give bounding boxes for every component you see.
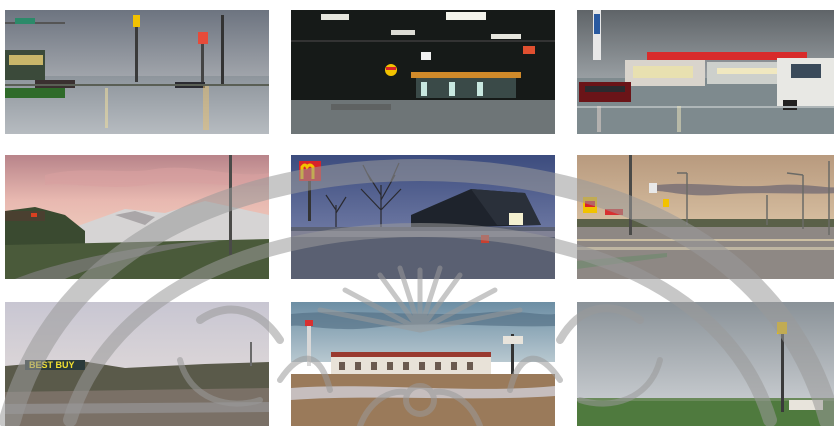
- photo-pink-sky-hills: [5, 155, 269, 279]
- photo-motel-row: [291, 302, 555, 426]
- best-buy-sign: BEST BUY: [29, 360, 75, 370]
- photo-tile-mcdonalds-sign-dusk[interactable]: [291, 155, 555, 279]
- photo-tile-gas-station-rainy-dusk[interactable]: [5, 10, 269, 134]
- photo-tile-gas-station-night[interactable]: [291, 10, 555, 134]
- photo-tile-highway-dusk-streetlights[interactable]: [577, 155, 834, 279]
- photo-tile-green-field-sign-pole[interactable]: [577, 302, 834, 426]
- photo-tile-pink-sky-hills-road[interactable]: [5, 155, 269, 279]
- photo-mcdonalds-sign: [291, 155, 555, 279]
- photo-best-buy-hill: BEST BUY: [5, 302, 269, 426]
- photo-gas-station-night: [291, 10, 555, 134]
- photo-grid: BEST BUY: [0, 0, 834, 426]
- photo-gas-station-wet-pavement: [577, 10, 834, 134]
- photo-tile-best-buy-hill[interactable]: BEST BUY: [5, 302, 269, 426]
- photo-gas-station-rainy-dusk: [5, 10, 269, 134]
- photo-green-field: [577, 302, 834, 426]
- photo-tile-motel-row-field[interactable]: [291, 302, 555, 426]
- photo-tile-gas-station-wet-pavement-truck[interactable]: [577, 10, 834, 134]
- photo-highway-dusk: [577, 155, 834, 279]
